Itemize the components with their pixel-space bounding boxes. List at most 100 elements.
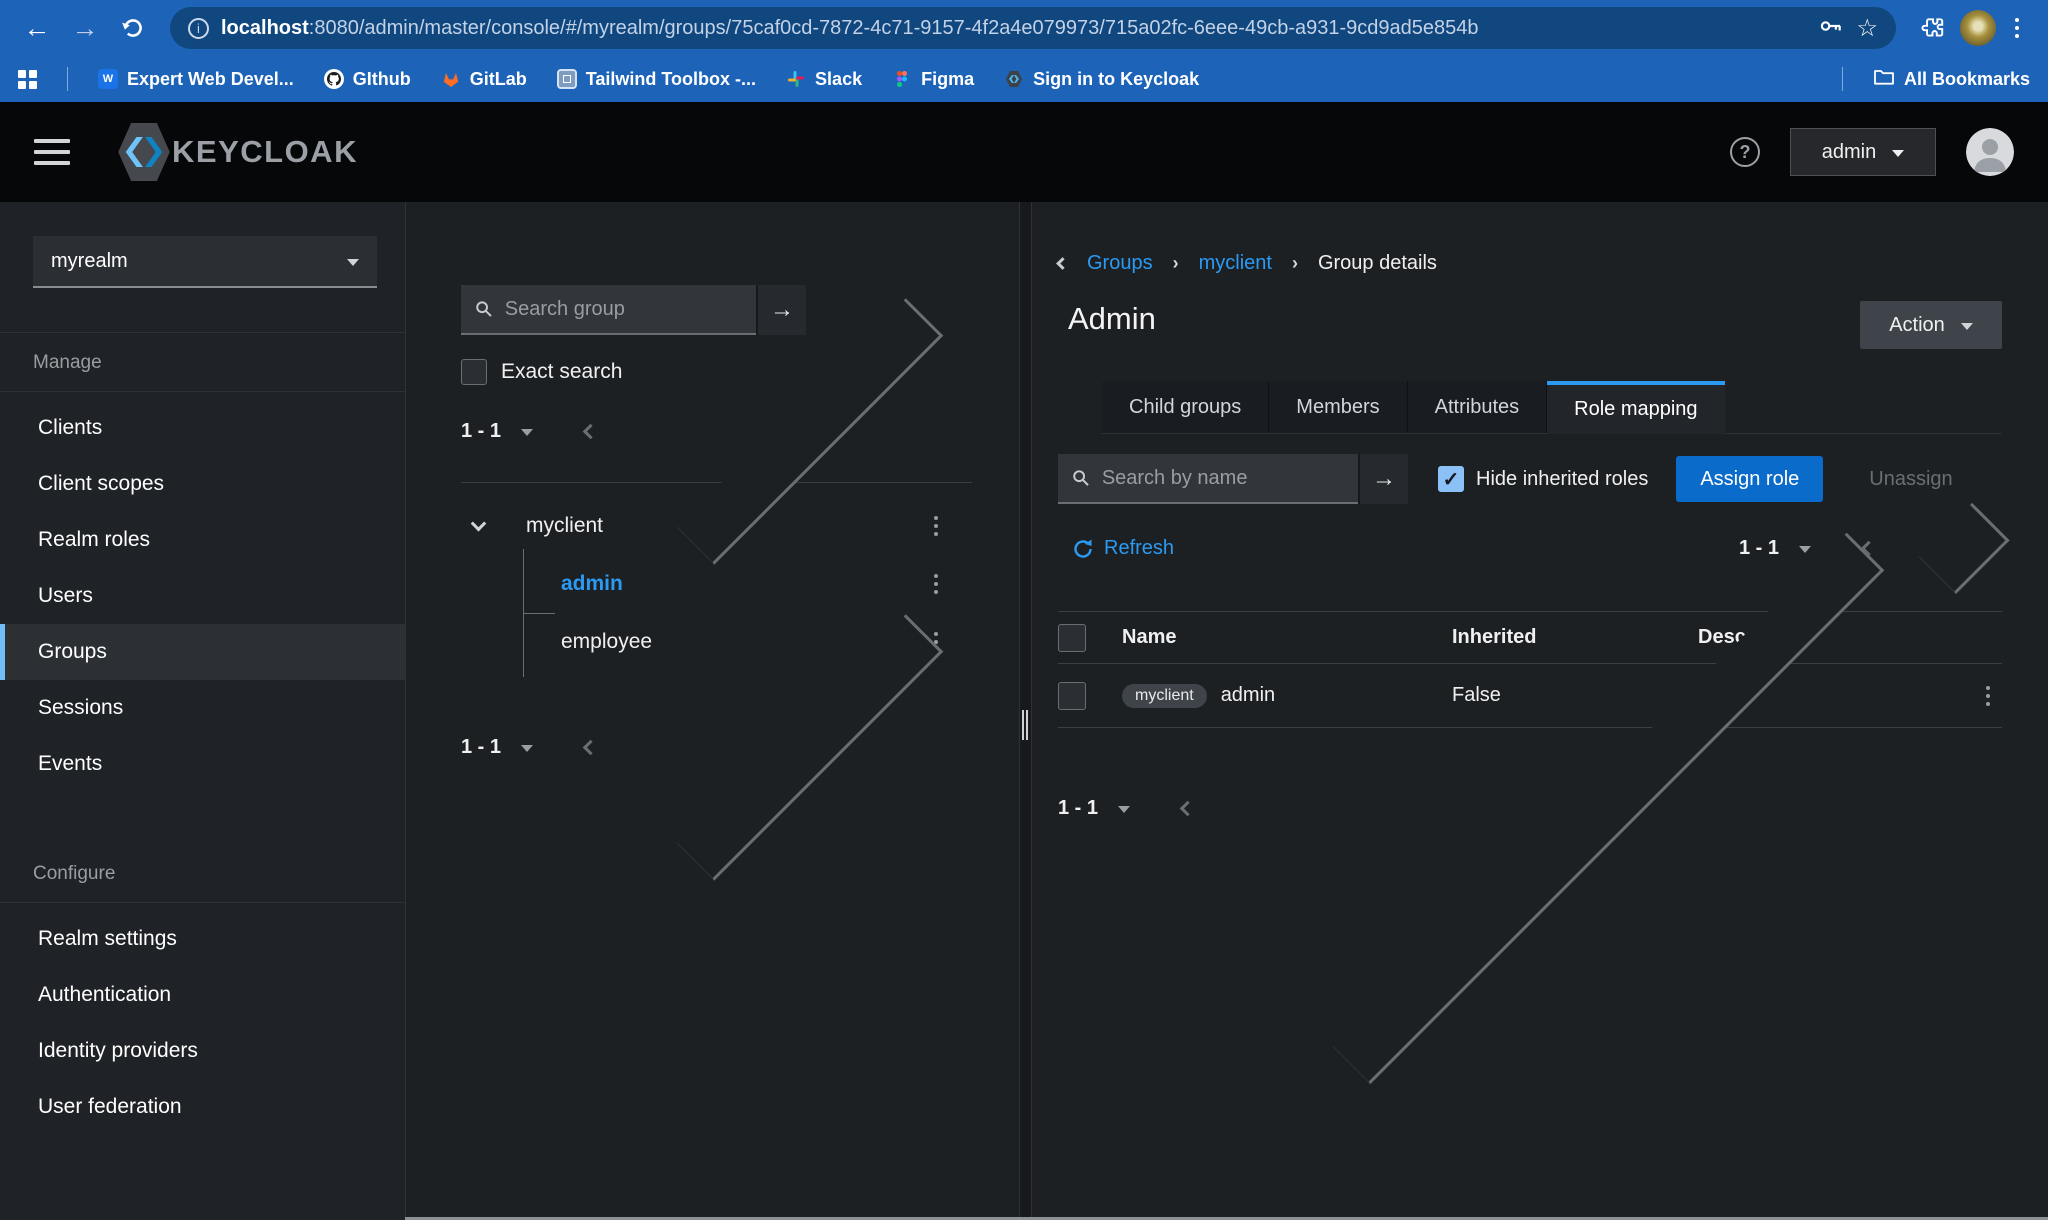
breadcrumb-current: Group details <box>1317 252 1437 274</box>
tab-attributes[interactable]: Attributes <box>1407 381 1548 433</box>
unassign-button[interactable]: Unassign <box>1869 468 1952 491</box>
sidebar-item-client-scopes[interactable]: Client scopes <box>0 456 405 512</box>
role-search-input[interactable] <box>1101 466 1344 490</box>
resize-handle[interactable] <box>1022 710 1029 740</box>
gitlab-icon <box>441 69 461 89</box>
sidebar-item-user-federation[interactable]: User federation <box>0 1079 405 1135</box>
sidebar-item-realm-roles[interactable]: Realm roles <box>0 512 405 568</box>
bookmark-label: Sign in to Keycloak <box>1033 68 1200 89</box>
pagination-range: 1 - 1 <box>461 736 502 758</box>
pagination-options-caret[interactable] <box>1118 806 1131 819</box>
tree-node-admin[interactable]: admin <box>461 555 972 613</box>
realm-selector[interactable]: myrealm <box>33 236 377 288</box>
sidebar-item-identity-providers[interactable]: Identity providers <box>0 1023 405 1079</box>
tab-members[interactable]: Members <box>1269 381 1408 433</box>
tree-node-label[interactable]: myclient <box>526 514 603 538</box>
divider <box>67 67 68 91</box>
back-icon[interactable]: ← <box>16 7 58 49</box>
bookmark-tailwind-toolbox[interactable]: Tailwind Toolbox -... <box>556 69 756 90</box>
pagination-range: 1 - 1 <box>1738 537 1779 559</box>
extensions-puzzle-icon[interactable] <box>1912 7 1954 49</box>
role-search-field[interactable] <box>1058 454 1358 504</box>
pagination-options-caret[interactable] <box>521 745 534 758</box>
all-bookmarks-button[interactable]: All Bookmarks <box>1873 67 2030 92</box>
previous-page-icon[interactable] <box>582 739 599 756</box>
bookmark-star-icon[interactable]: ☆ <box>1856 14 1878 43</box>
group-search-input[interactable] <box>504 297 742 321</box>
role-name-cell: myclient admin <box>1122 683 1452 708</box>
sidebar-item-users[interactable]: Users <box>0 568 405 624</box>
groups-pagination-bottom: 1 - 1 <box>461 614 972 881</box>
github-icon <box>323 69 344 89</box>
next-page-icon[interactable] <box>1918 502 2010 595</box>
sidebar-item-clients[interactable]: Clients <box>0 400 405 456</box>
chevron-down-icon[interactable] <box>470 515 487 531</box>
help-icon[interactable]: ? <box>1730 137 1760 167</box>
breadcrumb-link-groups[interactable]: Groups <box>1087 252 1153 275</box>
kebab-menu-icon[interactable] <box>928 510 944 542</box>
reload-icon[interactable] <box>112 7 154 49</box>
sidebar-item-events[interactable]: Events <box>0 736 405 792</box>
group-search-field[interactable] <box>461 285 756 335</box>
browser-profile-avatar[interactable] <box>1960 10 1996 46</box>
tailwind-toolbox-icon <box>556 69 577 89</box>
bookmark-slack[interactable]: Slack <box>786 69 862 90</box>
refresh-icon <box>1074 539 1092 558</box>
forward-icon[interactable]: → <box>64 7 106 49</box>
previous-page-icon[interactable] <box>1179 800 1196 817</box>
sidebar-item-sessions[interactable]: Sessions <box>0 680 405 736</box>
apps-grid-icon[interactable] <box>18 69 37 89</box>
bookmark-github[interactable]: GIthub <box>323 68 411 90</box>
row-checkbox[interactable] <box>1058 681 1086 710</box>
kebab-menu-icon[interactable] <box>928 568 944 600</box>
select-all-checkbox[interactable] <box>1058 623 1086 652</box>
breadcrumb-link-myclient[interactable]: myclient <box>1199 252 1272 275</box>
site-info-icon[interactable]: i <box>188 17 209 39</box>
tabs: Child groups Members Attributes Role map… <box>1102 381 2002 434</box>
expert-web-icon: W <box>98 69 118 89</box>
breadcrumb-separator: › <box>1172 253 1179 273</box>
tree-node-label[interactable]: employee <box>561 630 652 654</box>
role-search-submit-button[interactable]: → <box>1358 454 1408 504</box>
previous-page-icon[interactable] <box>582 423 599 440</box>
bookmark-label: GIthub <box>352 68 411 89</box>
column-header-inherited: Inherited <box>1452 626 1537 648</box>
user-dropdown[interactable]: admin <box>1790 128 1936 176</box>
exact-search-checkbox[interactable] <box>461 359 487 385</box>
folder-icon <box>1873 67 1895 92</box>
tree-node-label[interactable]: admin <box>561 572 623 596</box>
divider <box>1841 67 1843 91</box>
address-bar[interactable]: i localhost:8080/admin/master/console/#/… <box>170 7 1896 49</box>
search-icon <box>476 301 492 317</box>
pagination-options-caret[interactable] <box>521 429 534 442</box>
sidebar-item-groups[interactable]: Groups <box>0 624 405 680</box>
bookmark-gitlab[interactable]: GitLab <box>441 69 527 90</box>
bookmark-expert-web[interactable]: W Expert Web Devel... <box>98 69 294 90</box>
hamburger-menu-icon[interactable] <box>34 139 70 165</box>
keycloak-logo: KEYCLOAK <box>118 123 358 181</box>
tree-node-myclient[interactable]: myclient <box>461 497 972 555</box>
bookmark-label: Figma <box>921 68 975 89</box>
group-search: → <box>461 285 806 335</box>
hide-inherited-checkbox[interactable]: ✓ <box>1438 466 1464 492</box>
sidebar-item-authentication[interactable]: Authentication <box>0 967 405 1023</box>
breadcrumb-back-icon[interactable] <box>1056 257 1069 270</box>
bookmark-figma[interactable]: Figma <box>892 69 974 90</box>
avatar[interactable] <box>1966 128 2014 176</box>
group-search-submit-button[interactable]: → <box>756 285 806 335</box>
sidebar-item-realm-settings[interactable]: Realm settings <box>0 911 405 967</box>
tab-child-groups[interactable]: Child groups <box>1102 381 1270 433</box>
sidebar-section-manage: Manage <box>33 352 102 373</box>
title-row: Admin Action <box>1058 301 2002 349</box>
bookmark-keycloak[interactable]: Sign in to Keycloak <box>1004 69 1199 90</box>
pagination-options-caret[interactable] <box>1799 546 1811 559</box>
tab-role-mapping[interactable]: Role mapping <box>1547 381 1725 434</box>
assign-role-button[interactable]: Assign role <box>1676 456 1824 502</box>
refresh-link[interactable]: Refresh <box>1072 537 1174 560</box>
row-kebab-menu-icon[interactable] <box>1980 680 1996 712</box>
action-dropdown-button[interactable]: Action <box>1860 301 2002 349</box>
user-dropdown-label: admin <box>1821 140 1877 163</box>
password-key-icon[interactable] <box>1818 13 1844 44</box>
browser-menu-icon[interactable] <box>2002 7 2032 49</box>
search-icon <box>1073 470 1089 486</box>
